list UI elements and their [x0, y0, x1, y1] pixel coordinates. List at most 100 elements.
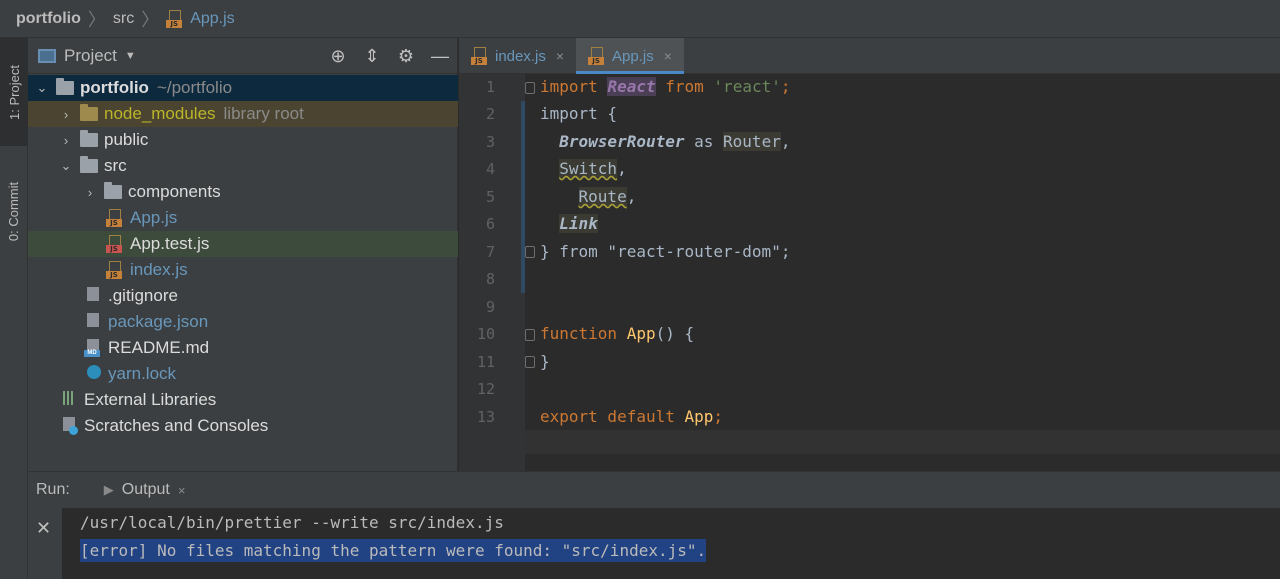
chevron-right-icon: 〉: [87, 9, 106, 30]
chevron-right-icon[interactable]: ›: [58, 107, 74, 122]
line-number: 8: [485, 270, 495, 288]
locate-icon[interactable]: ⊕: [321, 46, 355, 67]
js-file-icon: JS: [166, 9, 184, 28]
tool-tab-project[interactable]: 1: Project: [0, 38, 28, 146]
tree-item-label: package.json: [108, 312, 209, 331]
code-line-1: import React from 'react';: [540, 77, 791, 96]
gear-icon[interactable]: ⚙: [389, 46, 423, 67]
markdown-file-icon: MD: [84, 339, 102, 357]
code-line-2: import {: [540, 104, 618, 123]
chevron-right-icon[interactable]: ›: [82, 185, 98, 200]
line-number: 9: [485, 298, 495, 316]
line-number: 6: [485, 215, 495, 233]
json-file-icon: [84, 313, 102, 331]
tree-item-external-libraries[interactable]: External Libraries: [28, 387, 458, 413]
js-file-icon: JS: [588, 47, 606, 65]
scratches-icon: [60, 417, 78, 435]
tree-item-gitignore[interactable]: .gitignore: [28, 283, 458, 309]
close-icon[interactable]: ×: [556, 48, 564, 64]
tree-item-label: portfolio: [80, 78, 149, 97]
code-line-7: } from "react-router-dom";: [540, 242, 791, 261]
folder-icon: [80, 156, 98, 173]
line-number: 2: [485, 105, 495, 123]
folder-icon: [56, 78, 74, 95]
tab-output[interactable]: Output: [122, 481, 170, 499]
line-number: 3: [485, 133, 495, 151]
js-file-icon: JS: [471, 47, 489, 65]
tree-item-label: App.test.js: [130, 234, 210, 253]
tree-item-portfolio[interactable]: ⌄ portfolio ~/portfolio: [28, 75, 458, 101]
tree-item-label: .gitignore: [108, 286, 178, 305]
tree-item-index-js[interactable]: JS index.js: [28, 257, 458, 283]
breadcrumb: portfolio 〉 src 〉 JS App.js: [0, 0, 1280, 38]
fold-icon[interactable]: [525, 82, 535, 94]
tree-item-label: Scratches and Consoles: [84, 416, 269, 435]
chevron-down-icon[interactable]: ▼: [125, 50, 136, 62]
breadcrumb-folder[interactable]: src: [113, 10, 134, 28]
chevron-down-icon[interactable]: ⌄: [34, 80, 50, 96]
code-line-10: function App() {: [540, 324, 695, 343]
tree-item-scratches[interactable]: Scratches and Consoles: [28, 413, 458, 439]
collapse-all-icon[interactable]: ⇕: [355, 46, 389, 67]
ignore-file-icon: [84, 287, 102, 305]
run-label: Run:: [36, 481, 70, 498]
minimize-icon[interactable]: —: [423, 46, 457, 67]
fold-icon[interactable]: [525, 356, 535, 368]
line-number: 10: [476, 325, 495, 343]
line-number: 4: [485, 160, 495, 178]
chevron-right-icon: 〉: [141, 9, 160, 30]
fold-icon[interactable]: [525, 329, 535, 341]
code-line-3: BrowserRouter as Router,: [559, 132, 791, 151]
folder-icon: [80, 130, 98, 147]
tree-item-readme[interactable]: MD README.md: [28, 335, 458, 361]
line-number: 12: [476, 380, 495, 398]
tree-item-yarn-lock[interactable]: yarn.lock: [28, 361, 458, 387]
js-test-file-icon: JS: [106, 235, 124, 253]
code-line-13: export default App;: [540, 407, 724, 426]
tree-item-label: node_modules: [104, 104, 216, 123]
tree-item-label: README.md: [108, 338, 210, 357]
folder-icon: [80, 104, 98, 121]
tree-item-label: components: [128, 182, 221, 201]
tool-window-strip: 1: Project 0: Commit: [0, 38, 28, 579]
tree-item-hint: library root: [223, 104, 304, 123]
yarn-icon: [84, 365, 102, 383]
close-icon[interactable]: ×: [664, 48, 672, 64]
project-view-icon: [38, 48, 56, 63]
tree-item-app-test-js[interactable]: JS App.test.js: [28, 231, 458, 257]
tree-item-label: External Libraries: [84, 390, 217, 409]
tree-item-hint: ~/portfolio: [156, 78, 233, 97]
tree-item-public[interactable]: › public: [28, 127, 458, 153]
tree-item-label: yarn.lock: [108, 364, 177, 383]
tool-tab-commit-label: 0: Commit: [6, 181, 22, 241]
chevron-right-icon[interactable]: ›: [58, 133, 74, 148]
code-editor[interactable]: 1 2 3 4 5 6 7 8 9 10 11 12 13 import Rea…: [459, 74, 1280, 471]
folder-icon: [104, 182, 122, 199]
fold-icon[interactable]: [525, 246, 535, 258]
close-icon[interactable]: ✕: [36, 518, 51, 539]
tree-item-components[interactable]: › components: [28, 179, 458, 205]
code-line-11: }: [540, 352, 550, 371]
tree-item-package-json[interactable]: package.json: [28, 309, 458, 335]
close-icon[interactable]: ×: [178, 483, 186, 498]
tab-app-js[interactable]: JS App.js ×: [576, 38, 684, 74]
project-panel: Project ▼ ⊕ ⇕ ⚙ — ⌄ portfolio ~/portfoli…: [28, 38, 458, 471]
tree-item-app-js[interactable]: JS App.js: [28, 205, 458, 231]
tab-label: index.js: [495, 47, 546, 65]
breadcrumb-file[interactable]: App.js: [190, 10, 234, 28]
tree-item-src[interactable]: ⌄ src: [28, 153, 458, 179]
project-view-selector[interactable]: Project: [64, 46, 117, 66]
code-line-4: Switch,: [559, 159, 627, 178]
line-number: 5: [485, 188, 495, 206]
line-number: 1: [485, 78, 495, 96]
tree-item-label: src: [104, 156, 127, 175]
tab-index-js[interactable]: JS index.js ×: [459, 38, 576, 74]
chevron-down-icon[interactable]: ⌄: [58, 158, 74, 174]
console-output-line: /usr/local/bin/prettier --write src/inde…: [80, 513, 504, 532]
run-panel: Run: ▶ Output × ✕ /usr/local/bin/prettie…: [28, 471, 1280, 579]
tool-tab-project-label: 1: Project: [6, 64, 22, 120]
tool-tab-commit[interactable]: 0: Commit: [0, 156, 28, 266]
console-error-line: [error] No files matching the pattern we…: [80, 539, 707, 562]
tree-item-node-modules[interactable]: › node_modules library root: [28, 101, 458, 127]
breadcrumb-project[interactable]: portfolio: [16, 10, 81, 28]
